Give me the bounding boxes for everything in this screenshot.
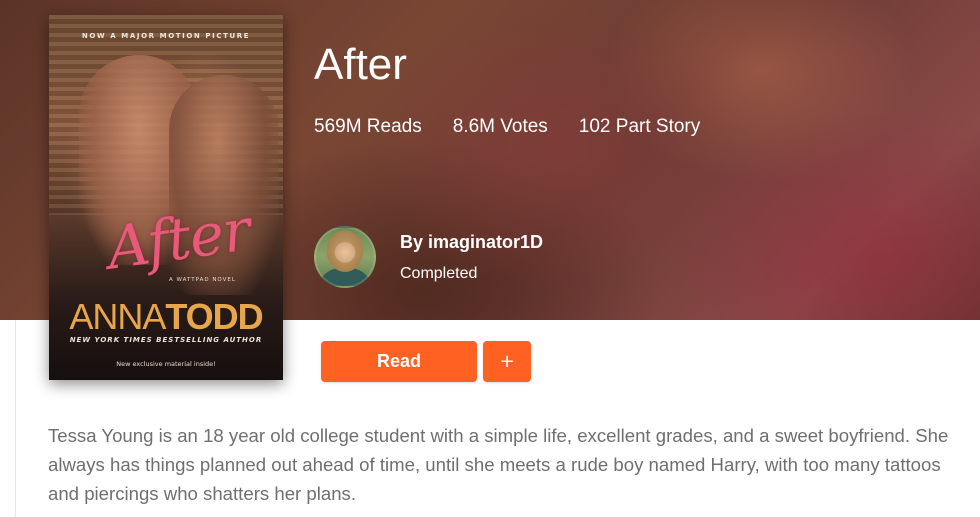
story-description: Tessa Young is an 18 year old college st… <box>48 425 949 504</box>
votes-count: 8.6M Votes <box>452 116 548 137</box>
cover-novel-tag: A WATTPAD NOVEL <box>169 277 236 283</box>
cover-author-last: TODD <box>165 296 263 337</box>
parts-count: 102 Part Story <box>578 116 701 137</box>
cover-note: New exclusive material inside! <box>116 360 216 368</box>
author-avatar[interactable] <box>314 226 376 288</box>
story-title: After <box>314 40 407 89</box>
cover-tagline: NEW YORK TIMES BESTSELLING AUTHOR <box>69 336 263 344</box>
cover-top-text: NOW A MAJOR MOTION PICTURE <box>81 32 251 40</box>
book-cover[interactable]: NOW A MAJOR MOTION PICTURE After A WATTP… <box>49 15 283 380</box>
cover-author-first: ANNA <box>69 296 166 337</box>
cover-author-name: ANNATODD <box>49 296 283 338</box>
read-button[interactable]: Read <box>321 341 477 382</box>
content-divider <box>15 320 16 517</box>
story-stats: 569M Reads 8.6M Votes 102 Part Story <box>314 116 700 138</box>
reads-count: 569M Reads <box>314 116 422 137</box>
author-name-link[interactable]: By imaginator1D <box>400 232 543 253</box>
story-status: Completed <box>400 265 478 282</box>
add-to-library-button[interactable]: + <box>483 341 531 382</box>
